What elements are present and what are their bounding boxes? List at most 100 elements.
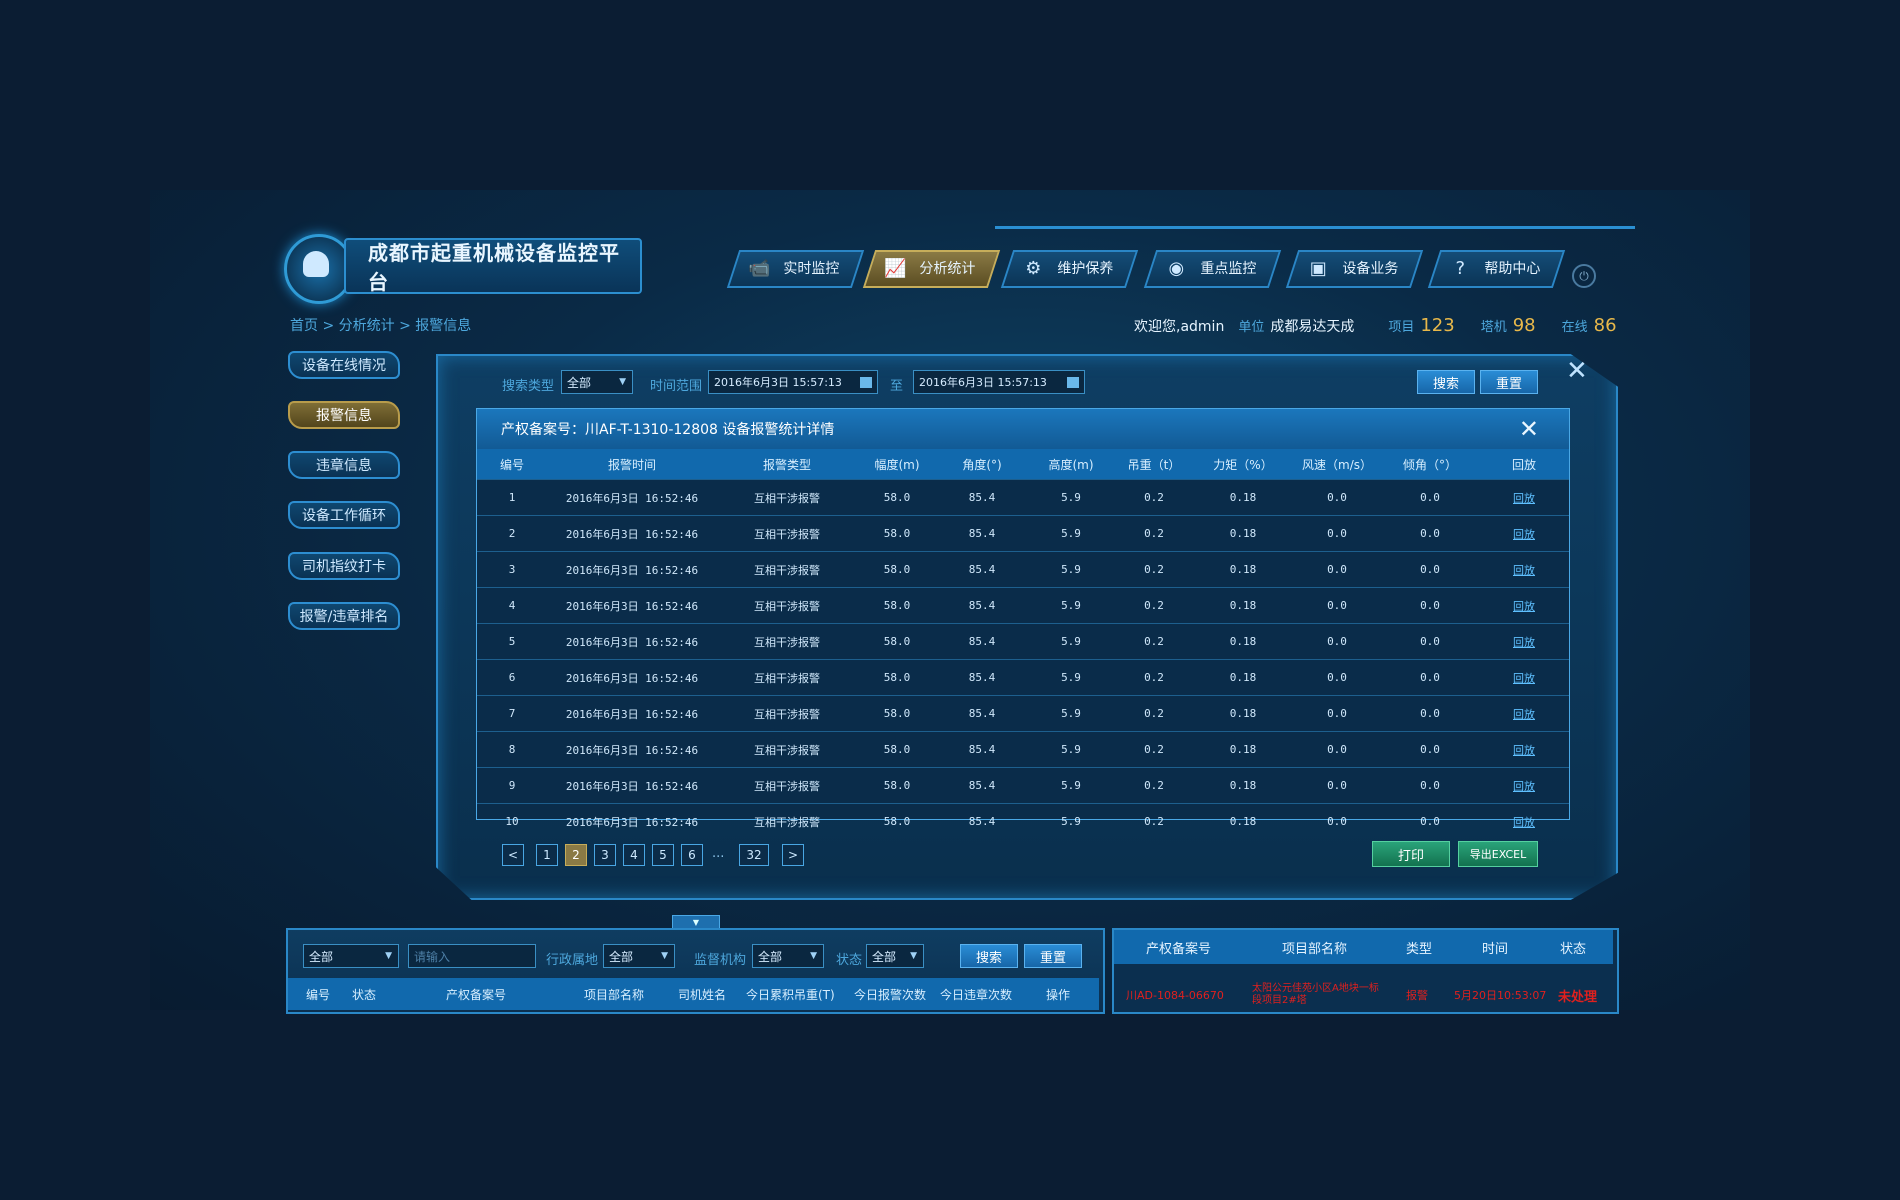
table-cell: 0.18 — [1193, 515, 1293, 552]
status-value: 全部 — [872, 949, 897, 964]
export-excel-button[interactable]: 导出EXCEL — [1458, 841, 1538, 867]
table-cell: 0.2 — [1115, 803, 1193, 839]
table-cell: 互相干涉报警 — [717, 659, 857, 696]
bottom-type-select[interactable]: 全部 ▼ — [303, 944, 399, 968]
table-cell: 58.0 — [857, 551, 937, 588]
end-date-input[interactable]: 2016年6月3日 15:57:13 — [913, 370, 1085, 394]
page-button[interactable]: 6 — [681, 844, 703, 866]
table-cell: 0.0 — [1381, 551, 1479, 588]
col-header: 项目部名称 — [584, 987, 645, 1002]
bottom-reset-button[interactable]: 重置 — [1024, 944, 1082, 968]
collapse-toggle[interactable]: ▼ — [672, 915, 720, 929]
next-page-button[interactable]: > — [782, 844, 804, 866]
gear-icon: ⚙ — [1025, 257, 1042, 279]
nav-key-monitor[interactable]: ◉ 重点监控 — [1143, 250, 1282, 288]
playback-link[interactable]: 回放 — [1479, 623, 1569, 660]
nav-label: 帮助中心 — [1484, 261, 1541, 277]
page-button-last[interactable]: 32 — [739, 844, 769, 866]
panel-close-icon[interactable]: ✕ — [1566, 358, 1588, 384]
table-cell: 0.2 — [1115, 731, 1193, 768]
table-cell: 0.2 — [1115, 695, 1193, 732]
playback-link[interactable]: 回放 — [1479, 731, 1569, 768]
table-cell: 2016年6月3日 16:52:46 — [547, 731, 717, 768]
sidebar-item-violation[interactable]: 违章信息 — [288, 451, 400, 479]
table-cell: 5.9 — [1027, 803, 1115, 839]
dome-camera-icon: ◉ — [1168, 257, 1185, 279]
print-button[interactable]: 打印 — [1372, 841, 1450, 867]
nav-device-business[interactable]: ▣ 设备业务 — [1285, 250, 1424, 288]
crane-label: 塔机 — [1480, 320, 1507, 335]
page-button[interactable]: 5 — [652, 844, 674, 866]
table-cell: 0.2 — [1115, 623, 1193, 660]
table-cell: 85.4 — [937, 551, 1027, 588]
status-select[interactable]: 全部 ▼ — [866, 944, 924, 968]
table-cell: 0.0 — [1381, 659, 1479, 696]
table-cell: 4 — [477, 587, 547, 624]
playback-link[interactable]: 回放 — [1479, 767, 1569, 804]
sidebar-item-alarm[interactable]: 报警信息 — [288, 401, 400, 429]
sidebar-item-ranking[interactable]: 报警/违章排名 — [288, 602, 400, 630]
breadcrumb-level1[interactable]: 分析统计 — [339, 318, 395, 334]
page-button[interactable]: 4 — [623, 844, 645, 866]
table-cell: 3 — [477, 551, 547, 588]
table-cell: 0.18 — [1193, 623, 1293, 660]
col-header: 编号 — [477, 449, 547, 480]
table-cell: 2016年6月3日 16:52:46 — [547, 695, 717, 732]
breadcrumb-sep: > — [322, 318, 335, 334]
monitor-icon: ▣ — [1309, 257, 1327, 279]
playback-link[interactable]: 回放 — [1479, 803, 1569, 839]
col-header: 幅度(m) — [857, 449, 937, 480]
playback-link[interactable]: 回放 — [1479, 515, 1569, 552]
agency-select[interactable]: 全部 ▼ — [752, 944, 824, 968]
detail-dialog: 产权备案号：川AF-T-1310-12808 设备报警统计详情 ✕ 编号 报警时… — [476, 408, 1570, 839]
nav-maintenance[interactable]: ⚙ 维护保养 — [1000, 250, 1139, 288]
search-button[interactable]: 搜索 — [1417, 370, 1475, 394]
chevron-down-icon: ▼ — [810, 951, 817, 961]
alert-time: 5月20日10:53:07 — [1454, 989, 1547, 1002]
table-cell: 0.2 — [1115, 551, 1193, 588]
playback-link[interactable]: 回放 — [1479, 695, 1569, 732]
table-cell: 0.0 — [1381, 515, 1479, 552]
alert-feed-row[interactable]: 川AD-1084-06670 太阳公元佳苑小区A地块一标段项目2#塔 报警 5月… — [1114, 980, 1613, 1010]
power-icon[interactable]: ⏻ — [1572, 264, 1596, 288]
breadcrumb-home[interactable]: 首页 — [290, 318, 318, 334]
col-header: 吊重（t） — [1115, 449, 1193, 480]
table-cell: 互相干涉报警 — [717, 623, 857, 660]
start-date-input[interactable]: 2016年6月3日 15:57:13 — [708, 370, 878, 394]
page-button[interactable]: 1 — [536, 844, 558, 866]
calendar-icon[interactable] — [1067, 376, 1079, 388]
bottom-search-button[interactable]: 搜索 — [960, 944, 1018, 968]
playback-link[interactable]: 回放 — [1479, 587, 1569, 624]
bottom-search-input[interactable]: 请输入 — [408, 944, 536, 968]
playback-link[interactable]: 回放 — [1479, 479, 1569, 516]
sidebar-item-work-cycle[interactable]: 设备工作循环 — [288, 501, 400, 529]
page-ellipsis: ... — [712, 846, 725, 861]
page-button[interactable]: 3 — [594, 844, 616, 866]
col-header: 操作 — [1046, 987, 1071, 1002]
search-type-select[interactable]: 全部 ▼ — [561, 370, 633, 394]
playback-link[interactable]: 回放 — [1479, 659, 1569, 696]
page-button-current[interactable]: 2 — [565, 844, 587, 866]
alert-project: 太阳公元佳苑小区A地块一标段项目2#塔 — [1252, 983, 1379, 1006]
nav-help[interactable]: ? 帮助中心 — [1427, 250, 1566, 288]
reset-button[interactable]: 重置 — [1480, 370, 1538, 394]
col-header: 角度(°) — [937, 449, 1027, 480]
agency-value: 全部 — [758, 949, 783, 964]
nav-analysis[interactable]: 📈 分析统计 — [862, 250, 1001, 288]
calendar-icon[interactable] — [860, 376, 872, 388]
table-cell: 58.0 — [857, 731, 937, 768]
agency-label: 监督机构 — [694, 953, 747, 968]
table-cell: 0.18 — [1193, 731, 1293, 768]
table-cell: 互相干涉报警 — [717, 767, 857, 804]
table-row: 1 2016年6月3日 16:52:46 互相干涉报警 58.0 85.4 5.9 0.2 0… — [477, 479, 1569, 516]
sidebar-item-fingerprint[interactable]: 司机指纹打卡 — [288, 552, 400, 580]
prev-page-button[interactable]: < — [502, 844, 524, 866]
sidebar-item-online[interactable]: 设备在线情况 — [288, 351, 400, 379]
table-row: 9 2016年6月3日 16:52:46 互相干涉报警 58.0 85.4 5.9 0.2 0… — [477, 767, 1569, 804]
playback-link[interactable]: 回放 — [1479, 551, 1569, 588]
nav-realtime[interactable]: 📹 实时监控 — [726, 250, 865, 288]
region-select[interactable]: 全部 ▼ — [603, 944, 675, 968]
detail-close-icon[interactable]: ✕ — [1519, 415, 1539, 443]
table-cell: 0.0 — [1293, 551, 1381, 588]
table-cell: 85.4 — [937, 695, 1027, 732]
